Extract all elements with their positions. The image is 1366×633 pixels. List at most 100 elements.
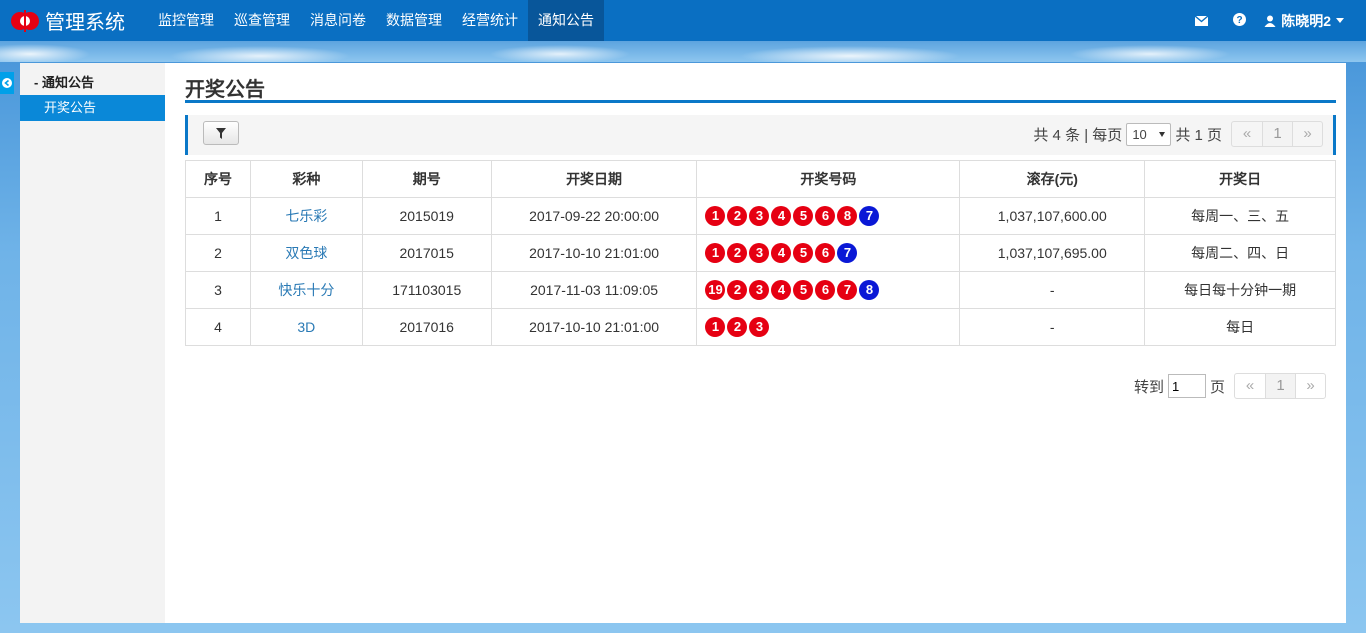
lottery-logo-icon xyxy=(11,9,39,32)
table-row: 2 双色球 2017015 2017-10-10 21:01:00 1 2 3 4 5 6 7 1,0… xyxy=(185,234,1336,272)
page-size-value: 10 xyxy=(1132,126,1147,142)
col-header-draw-day[interactable]: 开奖日 xyxy=(1144,160,1336,198)
main-content: 开奖公告 共 4 条 | 每页 10 共 1 页 « 1 » 序号 彩种 期号 … xyxy=(165,63,1346,623)
game-link[interactable]: 七乐彩 xyxy=(285,208,327,224)
top-navbar: 管理系统 监控管理 巡查管理 消息问卷 数据管理 经营统计 通知公告 ? 陈晓明… xyxy=(0,0,1366,41)
cell-date: 2017-11-03 11:09:05 xyxy=(490,271,698,309)
cell-pool: 1,037,107,695.00 xyxy=(959,234,1146,272)
red-ball: 6 xyxy=(815,280,836,300)
red-ball: 4 xyxy=(771,280,792,300)
col-header-pool[interactable]: 滚存(元) xyxy=(959,160,1146,198)
red-ball: 7 xyxy=(837,280,858,300)
nav-monitor[interactable]: 监控管理 xyxy=(148,0,224,41)
chevron-down-icon xyxy=(1159,131,1166,137)
prev-page-button[interactable]: « xyxy=(1235,374,1265,398)
user-icon xyxy=(1264,15,1276,27)
prev-page-button[interactable]: « xyxy=(1232,122,1262,146)
red-ball: 19 xyxy=(705,280,726,300)
red-ball: 1 xyxy=(705,243,726,263)
nav-patrol[interactable]: 巡查管理 xyxy=(224,0,300,41)
page-label: 页 xyxy=(1209,378,1225,396)
help-icon[interactable]: ? xyxy=(1220,12,1258,29)
red-ball: 2 xyxy=(727,243,748,263)
cell-date: 2017-10-10 21:01:00 xyxy=(490,308,698,346)
cell-game: 3D xyxy=(249,308,363,346)
goto-page-input[interactable] xyxy=(1167,374,1206,398)
cell-no: 4 xyxy=(185,308,251,346)
cell-game: 双色球 xyxy=(249,234,363,272)
red-ball: 5 xyxy=(793,206,814,226)
table-row: 3 快乐十分 171103015 2017-11-03 11:09:05 19 2 3 4 5 6… xyxy=(185,271,1336,309)
cell-numbers: 12345687 xyxy=(696,197,961,235)
next-page-button[interactable]: » xyxy=(1295,374,1325,398)
cell-pool: - xyxy=(959,308,1146,346)
cell-no: 1 xyxy=(185,197,251,235)
col-header-no[interactable]: 序号 xyxy=(185,160,251,198)
game-link[interactable]: 3D xyxy=(297,319,315,335)
sidebar-item-lottery-notice[interactable]: 开奖公告 xyxy=(20,95,165,121)
table-toolbar: 共 4 条 | 每页 10 共 1 页 « 1 » xyxy=(185,115,1336,155)
nav-survey[interactable]: 消息问卷 xyxy=(300,0,376,41)
brand[interactable]: 管理系统 xyxy=(0,0,148,41)
current-page-button[interactable]: 1 xyxy=(1262,122,1292,146)
cell-game: 七乐彩 xyxy=(249,197,363,235)
table-row: 4 3D 2017016 2017-10-10 21:01:00 1 2 3- 每日 xyxy=(185,308,1336,346)
cell-draw-day: 每周一、三、五 xyxy=(1144,197,1336,235)
col-header-numbers[interactable]: 开奖号码 xyxy=(696,160,961,198)
cell-pool: - xyxy=(959,271,1146,309)
table-header-row: 序号 彩种 期号 开奖日期 开奖号码 滚存(元) 开奖日 xyxy=(185,160,1336,198)
red-ball: 3 xyxy=(749,317,770,337)
game-link[interactable]: 双色球 xyxy=(285,245,327,261)
cell-no: 2 xyxy=(185,234,251,272)
nav-data[interactable]: 数据管理 xyxy=(376,0,452,41)
page-size-select[interactable]: 10 xyxy=(1126,122,1172,146)
pagination-bottom: « 1 » xyxy=(1234,373,1326,399)
nav-statistics[interactable]: 经营统计 xyxy=(452,0,528,41)
filter-button[interactable] xyxy=(203,121,239,145)
table-row: 1 七乐彩 2015019 2017-09-22 20:00:00 1 2 3 4 5 6 8 7 1,… xyxy=(185,197,1336,235)
sky-banner xyxy=(0,40,1366,62)
nav-notice[interactable]: 通知公告 xyxy=(528,0,604,41)
red-ball: 1 xyxy=(705,206,726,226)
cell-numbers: 1234567 xyxy=(696,234,961,272)
col-header-game[interactable]: 彩种 xyxy=(249,160,363,198)
page-title: 开奖公告 xyxy=(185,79,265,101)
red-ball: 2 xyxy=(727,280,748,300)
next-page-button[interactable]: » xyxy=(1292,122,1322,146)
red-ball: 2 xyxy=(727,317,748,337)
red-ball: 6 xyxy=(815,243,836,263)
sidebar-group-notice[interactable]: - 通知公告 xyxy=(20,63,165,95)
red-ball: 2 xyxy=(727,206,748,226)
red-ball: 5 xyxy=(793,280,814,300)
pager-top: 共 4 条 | 每页 10 共 1 页 « 1 » xyxy=(1033,121,1323,147)
total-count-text: 共 4 条 | 每页 xyxy=(1033,126,1123,144)
cell-numbers: 19 2 3 4 5 6 7 8 xyxy=(696,271,961,309)
user-menu[interactable]: 陈晓明2 xyxy=(1258,11,1344,31)
red-ball: 5 xyxy=(793,243,814,263)
red-ball: 4 xyxy=(771,243,792,263)
cell-game: 快乐十分 xyxy=(249,271,363,309)
current-page-button[interactable]: 1 xyxy=(1265,374,1295,398)
mail-icon[interactable] xyxy=(1182,13,1220,29)
cell-date: 2017-09-22 20:00:00 xyxy=(490,197,698,235)
col-header-date[interactable]: 开奖日期 xyxy=(490,160,698,198)
cell-numbers: 123 xyxy=(696,308,961,346)
cell-no: 3 xyxy=(185,271,251,309)
game-link[interactable]: 快乐十分 xyxy=(278,282,334,298)
title-divider xyxy=(185,100,1336,103)
cell-issue: 2017015 xyxy=(361,234,492,272)
col-header-issue[interactable]: 期号 xyxy=(361,160,492,198)
svg-text:?: ? xyxy=(1236,15,1242,26)
blue-ball: 8 xyxy=(859,280,880,300)
cell-date: 2017-10-10 21:01:00 xyxy=(490,234,698,272)
pager-bottom: 转到 页 « 1 » xyxy=(1134,373,1326,399)
red-ball: 1 xyxy=(705,317,726,337)
chevron-down-icon xyxy=(1336,18,1344,23)
sidebar-collapse-toggle[interactable] xyxy=(0,72,14,94)
red-ball: 3 xyxy=(749,243,770,263)
red-ball: 4 xyxy=(771,206,792,226)
arrow-left-icon xyxy=(2,78,12,88)
red-ball: 3 xyxy=(749,280,770,300)
blue-ball: 7 xyxy=(859,206,880,226)
nav-right: ? 陈晓明2 xyxy=(1182,0,1366,41)
